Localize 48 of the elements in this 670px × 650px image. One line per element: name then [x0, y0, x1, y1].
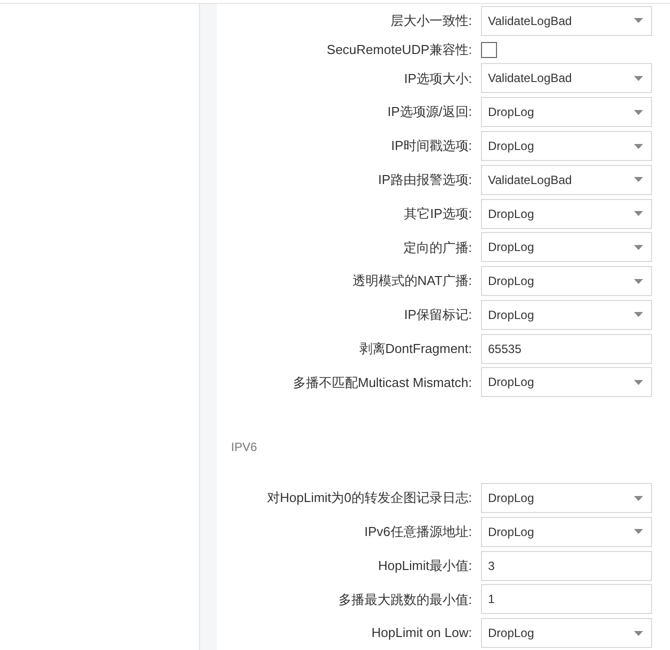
dropdown[interactable]: DropLog	[481, 516, 652, 547]
field-label: HopLimit最小值:	[378, 556, 472, 575]
dropdown[interactable]: ValidateLogBad	[481, 63, 652, 94]
input-field[interactable]: 3	[481, 550, 652, 581]
dropdown[interactable]: DropLog	[481, 483, 652, 514]
caret-icon	[634, 211, 643, 216]
dropdown[interactable]: DropLog	[481, 131, 652, 161]
field-label: 其它IP选项:	[404, 204, 472, 223]
dropdown[interactable]: ValidateLogBad	[481, 6, 652, 36]
caret-icon	[634, 76, 643, 81]
field-label: 多播不匹配Multicast Mismatch:	[292, 374, 472, 392]
section-heading: IPV6	[231, 440, 258, 454]
field-label: IP保留标记:	[404, 306, 472, 324]
dropdown[interactable]: DropLog	[481, 97, 652, 128]
caret-icon	[634, 496, 643, 501]
field-label: 对HopLimit为0的转发企图记录日志:	[266, 489, 472, 508]
input-field[interactable]: 65535	[481, 334, 652, 364]
caret-icon	[634, 529, 643, 534]
dropdown[interactable]: DropLog	[481, 232, 652, 262]
dropdown[interactable]: DropLog	[481, 300, 652, 330]
field-label: IP选项大小:	[404, 70, 472, 88]
caret-icon	[634, 278, 643, 284]
caret-icon	[634, 312, 643, 318]
field-label: 定向的广播:	[403, 238, 472, 257]
caret-icon	[634, 144, 643, 148]
field-label: 透明模式的NAT广播:	[352, 272, 472, 290]
input-field[interactable]: 1	[481, 584, 652, 614]
dropdown[interactable]: DropLog	[481, 198, 652, 229]
caret-icon	[634, 18, 643, 24]
dropdown[interactable]: DropLog	[481, 266, 652, 296]
caret-icon	[634, 630, 643, 636]
caret-icon	[634, 380, 643, 385]
field-label: 层大小一致性:	[390, 12, 472, 30]
caret-icon	[634, 177, 643, 182]
field-label: HopLimit on Low:	[372, 624, 472, 642]
field-label: IPv6任意播源地址:	[364, 523, 472, 542]
field-label: SecuRemoteUDP兼容性:	[326, 40, 472, 59]
field-label: IP选项源/返回:	[387, 103, 472, 122]
dropdown[interactable]: DropLog	[481, 367, 652, 398]
dropdown[interactable]: DropLog	[481, 618, 652, 648]
caret-icon	[634, 244, 643, 250]
dropdown[interactable]: ValidateLogBad	[481, 164, 652, 195]
field-label: IP路由报警选项:	[378, 171, 472, 190]
checkbox[interactable]	[481, 42, 497, 58]
field-label: 剥离DontFragment:	[359, 340, 472, 358]
field-label: 多播最大跳数的最小值:	[338, 590, 472, 609]
caret-icon	[634, 110, 643, 115]
field-label: IP时间戳选项:	[391, 137, 472, 156]
